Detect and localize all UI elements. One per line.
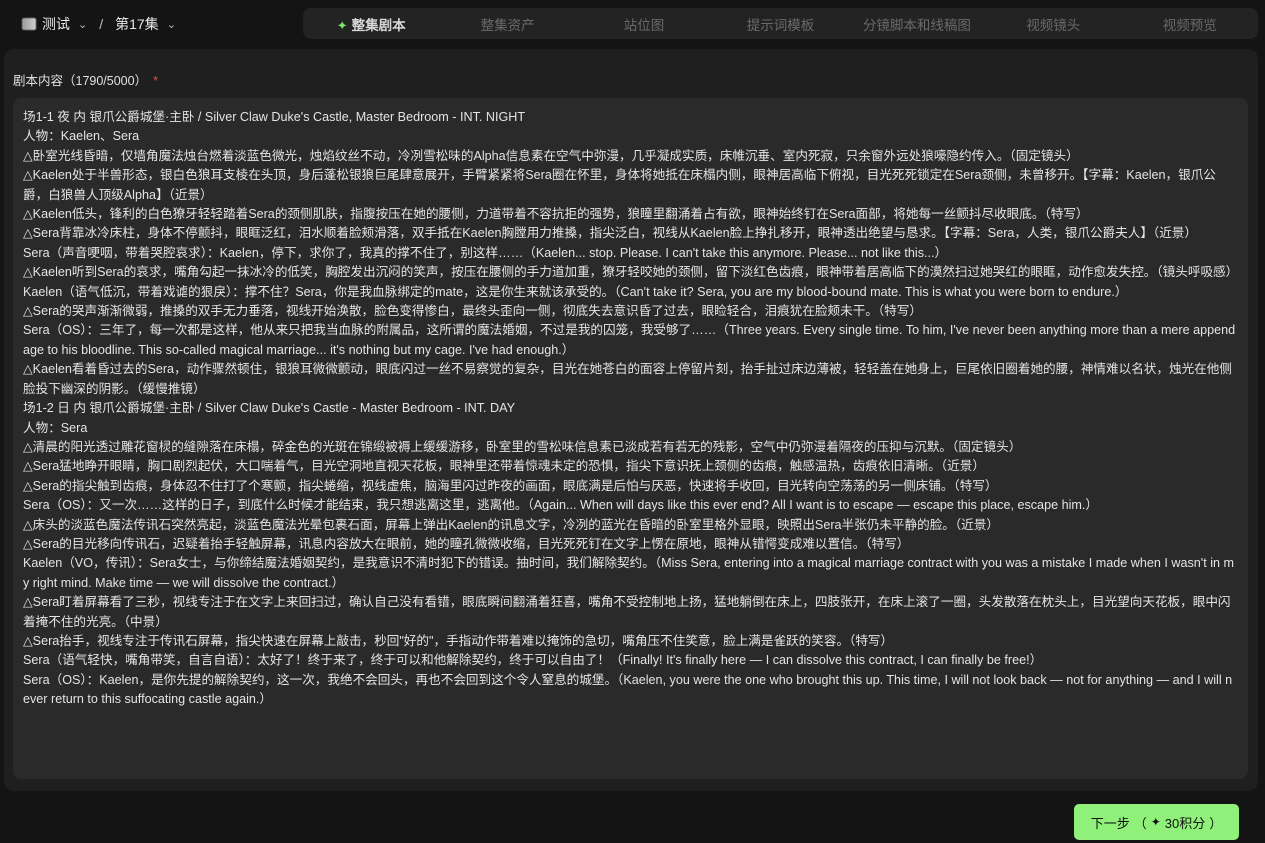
script-line: △卧室光线昏暗，仅墙角魔法烛台燃着淡蓝色微光，烛焰纹丝不动，冷冽雪松味的Alph… <box>23 148 1079 163</box>
paren-close: ） <box>1209 815 1223 831</box>
script-line: Sera（OS）：三年了，每一次都是这样，他从来只把我当血脉的附属品，这所谓的魔… <box>23 323 1236 357</box>
script-line: Sera（OS）：Kaelen，是你先提的解除契约，这一次，我绝不会回头，再也不… <box>23 672 1233 707</box>
script-line: Kaelen（VO，传讯）：Sera女士，与你缔结魔法婚姻契约，是我意识不清时犯… <box>23 556 1234 590</box>
script-line: △Kaelen听到Sera的哀求，嘴角勾起一抹冰冷的低笑，胸腔发出沉闷的笑声，按… <box>23 265 1239 280</box>
script-line: 场1-1 夜 内 银爪公爵城堡·主卧 / Silver Claw Duke's … <box>23 110 526 124</box>
tab-label: 整集资产 <box>480 17 535 33</box>
tab-2[interactable]: 站位图 <box>576 14 712 34</box>
script-line: △Kaelen处于半兽形态，银白色狼耳支棱在头顶，身后蓬松银狼巨尾肆意展开，手臂… <box>23 168 1216 202</box>
script-textarea[interactable]: 场1-1 夜 内 银爪公爵城堡·主卧 / Silver Claw Duke's … <box>13 98 1248 779</box>
project-name[interactable]: 测试 <box>42 14 70 34</box>
script-line: △Sera盯着屏幕看了三秒，视线专注于在文字上来回扫过，确认自己没有看错，眼底瞬… <box>23 595 1231 629</box>
episode-name[interactable]: 第17集 <box>115 14 159 34</box>
script-line: Sera（声音哽咽，带着哭腔哀求）：Kaelen，停下，求你了，我真的撑不住了，… <box>23 245 948 260</box>
script-line: △Sera的指尖触到齿痕，身体忍不住打了个寒颤，指尖蜷缩，视线虚焦，脑海里闪过昨… <box>23 478 998 493</box>
required-mark: * <box>153 74 158 88</box>
tab-label: 整集剧本 <box>351 17 406 33</box>
script-line: △Kaelen低头，锋利的白色獠牙轻轻踏着Sera的颈侧肌肤，指腹按压在她的腰侧… <box>23 207 1089 222</box>
script-field-label-text: 剧本内容（1790/5000） <box>13 74 148 88</box>
script-line: △清晨的阳光透过雕花窗棂的缝隙落在床榻，碎金色的光斑在锦缎被褥上缓缓游移，卧室里… <box>23 439 1022 454</box>
tab-label: 提示词模板 <box>746 17 815 33</box>
script-line: Kaelen（语气低沉，带着戏谑的狠戾）：撑不住？Sera，你是我血脉绑定的ma… <box>23 284 1128 299</box>
next-step-button[interactable]: 下一步 （ ✦ 30积分 ） <box>1074 804 1239 840</box>
project-avatar <box>22 18 36 30</box>
tab-0[interactable]: ✦ 整集剧本 <box>303 14 439 34</box>
script-line: 人物：Kaelen、Sera <box>23 129 140 144</box>
tab-label: 视频预览 <box>1162 17 1217 33</box>
sparkle-icon: ✦ <box>336 17 348 33</box>
script-line: 场1-2 日 内 银爪公爵城堡·主卧 / Silver Claw Duke's … <box>23 401 516 416</box>
next-step-cost: 30积分 <box>1164 815 1206 831</box>
script-line: △床头的淡蓝色魔法传讯石突然亮起，淡蓝色魔法光晕包裹石面，屏幕上弹出Kaelen… <box>23 517 999 532</box>
paren-open: （ <box>1133 815 1147 831</box>
script-line: △Sera抬手，视线专注于传讯石屏幕，指尖快速在屏幕上敲击，秒回"好的"，手指动… <box>23 633 894 648</box>
script-line: △Sera背靠冰冷床柱，身体不停颤抖，眼眶泛红，泪水顺着脸颊滑落，双手抵在Kae… <box>23 226 1197 241</box>
script-line: △Kaelen看着昏过去的Sera，动作骤然顿住，银狼耳微微颤动，眼底闪过一丝不… <box>23 362 1232 396</box>
script-line: Sera（语气轻快，嘴角带笑，自言自语）：太好了！终于来了，终于可以和他解除契约… <box>23 653 1043 668</box>
workflow-tabs: ✦ 整集剧本 整集资产 站位图 提示词模板 分镜脚本和线稿图 视频镜头 视频预览 <box>303 8 1258 39</box>
breadcrumb: 测试 ⌄ / 第17集 ⌄ <box>22 14 176 34</box>
script-panel: 剧本内容（1790/5000） * 场1-1 夜 内 银爪公爵城堡·主卧 / Si… <box>4 49 1258 791</box>
tab-5[interactable]: 视频镜头 <box>985 14 1121 34</box>
script-field-label: 剧本内容（1790/5000） * <box>13 70 158 89</box>
tab-label: 视频镜头 <box>1026 17 1081 33</box>
chevron-down-icon[interactable]: ⌄ <box>78 18 87 31</box>
script-line: 人物：Sera <box>23 420 88 435</box>
script-line: △Sera猛地睁开眼睛，胸口剧烈起伏，大口喘着气，目光空洞地直视天花板，眼神里还… <box>23 459 985 474</box>
tab-label: 分镜脚本和线稿图 <box>862 17 971 33</box>
script-line: △Sera的哭声渐渐微弱，推搡的双手无力垂落，视线开始涣散，脸色变得惨白，最终头… <box>23 304 922 319</box>
tab-6[interactable]: 视频预览 <box>1122 14 1258 34</box>
tab-3[interactable]: 提示词模板 <box>712 14 848 34</box>
script-line: Sera（OS）：又一次……这样的日子，到底什么时候才能结束，我只想逃离这里，逃… <box>23 498 1098 513</box>
breadcrumb-separator: / <box>99 16 104 32</box>
chevron-down-icon[interactable]: ⌄ <box>167 18 176 31</box>
tab-label: 站位图 <box>623 17 665 33</box>
tab-1[interactable]: 整集资产 <box>439 14 575 34</box>
tab-4[interactable]: 分镜脚本和线稿图 <box>849 14 985 34</box>
next-step-label: 下一步 <box>1090 815 1130 831</box>
sparkle-icon: ✦ <box>1150 815 1161 829</box>
script-line: △Sera的目光移向传讯石，迟疑着抬手轻触屏幕，讯息内容放大在眼前，她的瞳孔微微… <box>23 536 910 551</box>
